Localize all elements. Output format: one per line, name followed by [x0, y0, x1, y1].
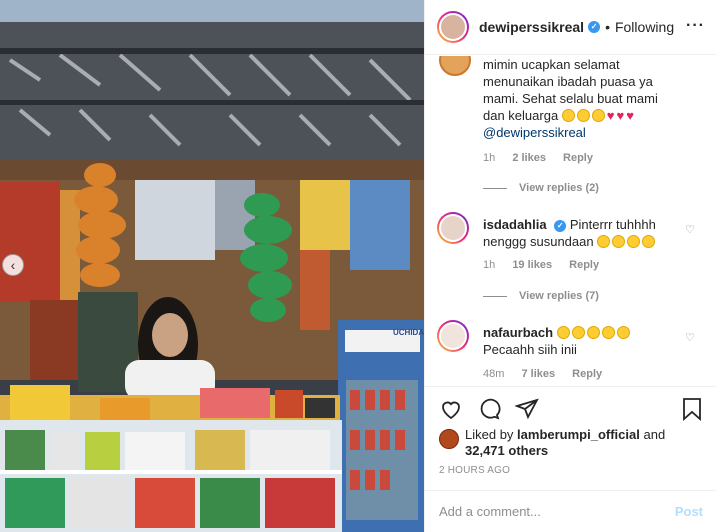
view-replies-label: View replies (2) — [519, 182, 599, 194]
comment-bubble-icon[interactable] — [477, 397, 501, 421]
like-comment-icon[interactable]: ♡ — [685, 332, 697, 344]
liked-by-row: Liked by lamberumpi_official and 32,471 … — [439, 427, 705, 459]
reply-button[interactable]: Reply — [569, 259, 599, 271]
verified-badge-icon: ✓ — [588, 21, 601, 33]
post-comment-button[interactable]: Post — [675, 504, 703, 519]
liked-by-others[interactable]: 32,471 others — [465, 443, 548, 458]
author-avatar[interactable] — [437, 11, 469, 43]
comment-meta: 48m 7 likes Reply — [483, 368, 616, 380]
header-separator: • — [605, 19, 610, 35]
comment-line: menunaikan ibadah puasa ya — [483, 74, 653, 89]
liked-by-avatar[interactable] — [439, 429, 459, 449]
post-media[interactable]: UCHIDA ‹ — [0, 0, 424, 532]
comment-line: mimin ucapkan selamat — [483, 57, 620, 72]
previous-media-button[interactable]: ‹ — [2, 254, 24, 276]
emoji-icon — [601, 326, 615, 339]
comment-body: mimin ucapkan selamat menunaikan ibadah … — [483, 56, 703, 141]
comment-username[interactable]: isdadahlia — [483, 217, 547, 232]
emoji-icon — [642, 235, 656, 248]
following-button[interactable]: Following — [615, 19, 674, 35]
comment-body: nafaurbach Pecaahh siih inii — [483, 324, 703, 358]
emoji-icon — [616, 326, 630, 339]
like-heart-icon[interactable] — [439, 397, 463, 421]
comment-text: Pecaahh siih inii — [483, 342, 577, 357]
comment-line: mami. Sehat selalu buat mami — [483, 91, 658, 106]
emoji-icon — [591, 109, 605, 122]
bookmark-icon[interactable] — [681, 397, 703, 421]
comment-time: 48m — [483, 368, 505, 380]
view-replies-label: View replies (7) — [519, 290, 599, 302]
comment-likes[interactable]: 2 likes — [512, 152, 546, 164]
comment-time: 1h — [483, 152, 496, 164]
reply-button[interactable]: Reply — [572, 368, 602, 380]
comment-line: dan keluarga ♥ ♥ ♥ — [483, 108, 634, 123]
liked-by-text: Liked by lamberumpi_official and 32,471 … — [465, 427, 666, 458]
red-heart-icon: ♥ — [606, 108, 615, 123]
comment-username[interactable]: nafaurbach — [483, 325, 553, 340]
view-replies-button[interactable]: View replies (2) — [483, 182, 599, 194]
more-horizontal-icon[interactable]: ··· — [686, 18, 705, 34]
comment-meta: 1h 2 likes Reply — [483, 152, 607, 164]
post-timestamp: 2 HOURS AGO — [439, 465, 511, 476]
share-paper-plane-icon[interactable] — [515, 397, 539, 421]
mention-link[interactable]: @dewiperssikreal — [483, 124, 703, 141]
add-comment-input[interactable] — [439, 504, 675, 519]
replies-divider — [483, 187, 507, 189]
view-replies-button[interactable]: View replies (7) — [483, 290, 599, 302]
emoji-icon — [561, 109, 575, 122]
comment-avatar[interactable] — [437, 320, 469, 352]
comment-time: 1h — [483, 259, 496, 271]
comment-likes[interactable]: 7 likes — [521, 368, 555, 380]
like-comment-icon[interactable]: ♡ — [685, 224, 697, 236]
reply-button[interactable]: Reply — [563, 152, 593, 164]
emoji-icon — [627, 235, 641, 248]
emoji-icon — [597, 235, 611, 248]
emoji-icon — [612, 235, 626, 248]
replies-divider — [483, 295, 507, 297]
emoji-icon — [556, 326, 570, 339]
liked-by-user[interactable]: lamberumpi_official — [517, 427, 640, 442]
comment-avatar[interactable] — [437, 212, 469, 244]
comment-avatar[interactable] — [439, 56, 471, 76]
post-header: dewiperssikreal ✓ • Following ··· — [425, 0, 716, 55]
comments-list[interactable]: mimin ucapkan selamat menunaikan ibadah … — [425, 56, 716, 386]
red-heart-icon: ♥ — [626, 108, 634, 123]
chevron-left-icon: ‹ — [10, 257, 16, 273]
action-icons — [439, 397, 539, 421]
comment-meta: 1h 19 likes Reply — [483, 259, 613, 271]
comment-text: nenggg susundaan — [483, 234, 594, 249]
emoji-icon — [571, 326, 585, 339]
post-side-panel: dewiperssikreal ✓ • Following ··· mimin … — [424, 0, 716, 532]
author-username[interactable]: dewiperssikreal — [479, 19, 584, 35]
comment-body: isdadahlia ✓ Pinterrr tuhhhh nenggg susu… — [483, 216, 703, 250]
red-heart-icon: ♥ — [616, 108, 625, 123]
emoji-icon — [586, 326, 600, 339]
add-comment-bar: Post — [425, 490, 716, 532]
emoji-icon — [576, 109, 590, 122]
comment-text: Pinterrr tuhhhh — [569, 217, 656, 232]
shop-video-frame: UCHIDA — [0, 0, 424, 532]
comment-likes[interactable]: 19 likes — [512, 259, 552, 271]
shop-sign-text: UCHIDA — [393, 328, 424, 337]
verified-badge-icon: ✓ — [554, 219, 567, 232]
